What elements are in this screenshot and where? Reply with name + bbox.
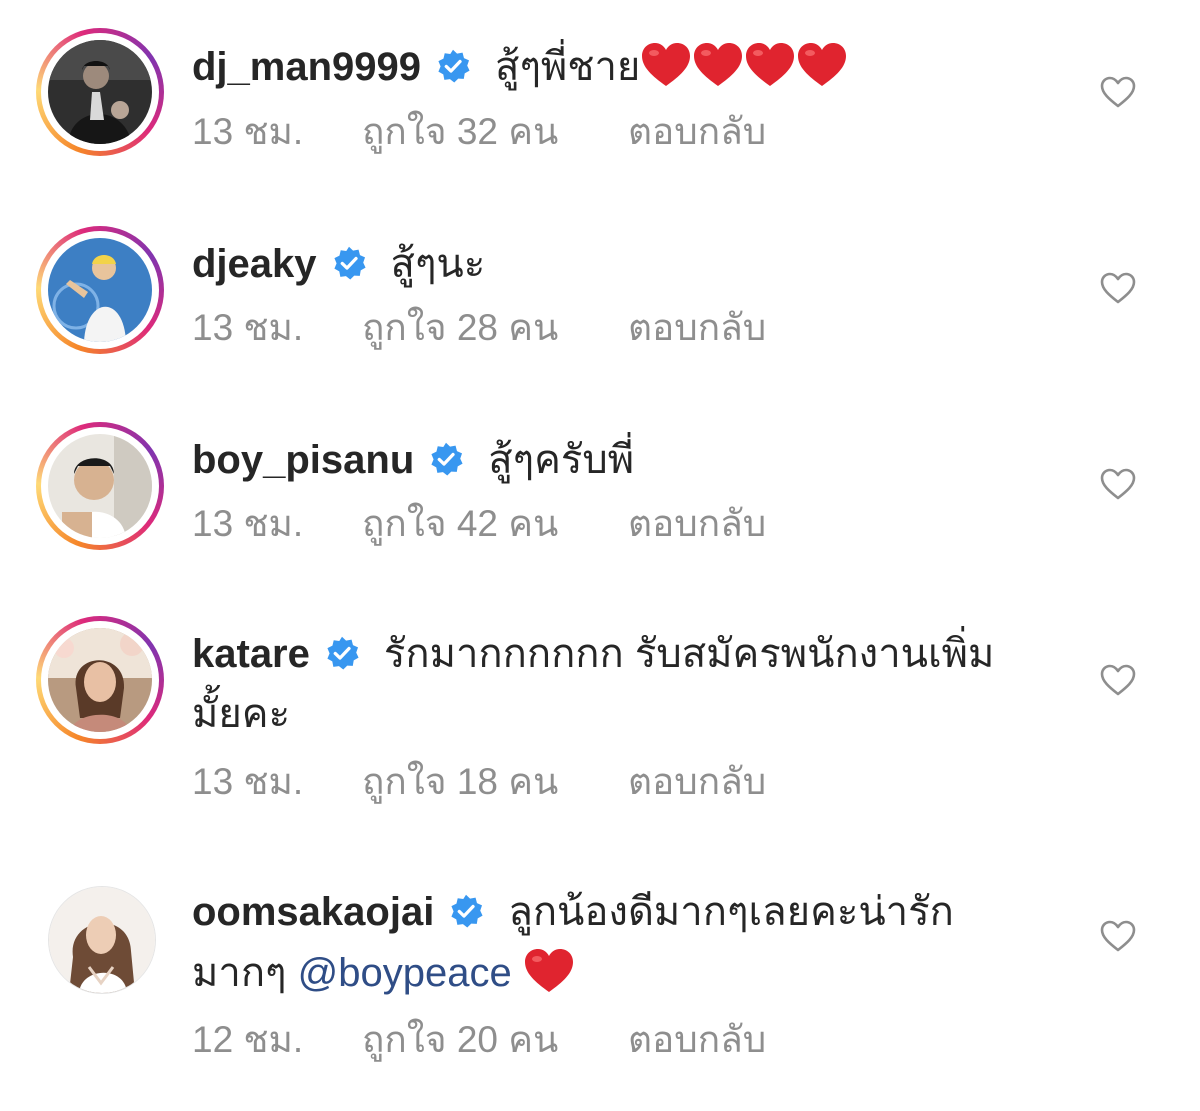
comment-text: ลูกน้องดีมากๆเลยคะน่ารัก	[508, 890, 954, 934]
comment-time: 13 ชม.	[192, 503, 304, 544]
reply-button[interactable]: ตอบกลับ	[628, 1018, 766, 1062]
likes-count[interactable]: ถูกใจ 20 คน	[362, 1018, 628, 1062]
verified-badge-icon	[331, 245, 367, 281]
comment-text: สู้ๆครับพี่	[488, 438, 635, 482]
red-heart-emoji-icon	[796, 42, 848, 88]
profile-photo	[48, 434, 152, 538]
comment-text-line: djeaky สู้ๆนะ	[192, 240, 485, 288]
verified-badge-icon	[448, 893, 484, 929]
heart-outline-icon[interactable]	[1100, 272, 1136, 304]
likes-count[interactable]: ถูกใจ 32 คน	[362, 110, 628, 154]
heart-outline-icon[interactable]	[1100, 920, 1136, 952]
likes-count[interactable]: ถูกใจ 28 คน	[362, 306, 628, 350]
comment-text-line: dj_man9999 สู้ๆพี่ชาย	[192, 42, 848, 91]
red-heart-emoji-icon	[523, 948, 575, 994]
avatar[interactable]	[36, 422, 164, 550]
avatar[interactable]	[36, 226, 164, 354]
comment-text: มากๆ	[192, 951, 287, 995]
comment-time: 13 ชม.	[192, 307, 304, 348]
comment-time: 13 ชม.	[192, 111, 304, 152]
comment-text-line: katare รักมากกกกกก รับสมัครพนักงานเพิ่ม	[192, 630, 994, 678]
comment-text-line-2: มั้ยคะ	[192, 690, 290, 738]
comment-text: รักมากกกกกก รับสมัครพนักงานเพิ่ม	[383, 632, 995, 676]
comment-time: 13 ชม.	[192, 761, 304, 802]
comment-meta: 12 ชม. ถูกใจ 20 คน ตอบกลับ	[192, 1018, 766, 1062]
comment-meta: 13 ชม. ถูกใจ 28 คน ตอบกลับ	[192, 306, 766, 350]
comment-text-line: oomsakaojai ลูกน้องดีมากๆเลยคะน่ารัก	[192, 888, 954, 936]
verified-badge-icon	[324, 635, 360, 671]
reply-button[interactable]: ตอบกลับ	[628, 760, 766, 804]
comment-item: djeaky สู้ๆนะ 13 ชม. ถูกใจ 28 คน ตอบกลับ	[0, 200, 1200, 396]
comment-text: สู้ๆพี่ชาย	[495, 45, 641, 89]
username[interactable]: oomsakaojai	[192, 890, 434, 934]
comment-meta: 13 ชม. ถูกใจ 32 คน ตอบกลับ	[192, 110, 766, 154]
comment-item: oomsakaojai ลูกน้องดีมากๆเลยคะน่ารัก มากๆ…	[0, 848, 1200, 1111]
red-heart-emoji-icon	[744, 42, 796, 88]
comment-text-line: boy_pisanu สู้ๆครับพี่	[192, 436, 634, 484]
verified-badge-icon	[428, 441, 464, 477]
username[interactable]: djeaky	[192, 242, 317, 286]
comment-meta: 13 ชม. ถูกใจ 42 คน ตอบกลับ	[192, 502, 766, 546]
avatar[interactable]	[36, 28, 164, 156]
profile-photo	[48, 628, 152, 732]
comment-item: katare รักมากกกกกก รับสมัครพนักงานเพิ่ม ม…	[0, 592, 1200, 848]
comment-item: dj_man9999 สู้ๆพี่ชาย 13 ชม. ถูกใจ 32 คน ตอ…	[0, 0, 1200, 200]
profile-photo	[48, 238, 152, 342]
verified-badge-icon	[435, 48, 471, 84]
comment-time: 12 ชม.	[192, 1019, 304, 1060]
username[interactable]: katare	[192, 632, 310, 676]
comment-text: มั้ยคะ	[192, 692, 291, 736]
reply-button[interactable]: ตอบกลับ	[628, 306, 766, 350]
comment-item: boy_pisanu สู้ๆครับพี่ 13 ชม. ถูกใจ 42 คนต…	[0, 396, 1200, 592]
red-heart-emoji-icon	[640, 42, 692, 88]
red-heart-emoji-icon	[692, 42, 744, 88]
comment-meta: 13 ชม. ถูกใจ 18 คน ตอบกลับ	[192, 760, 766, 804]
heart-emoji-group	[640, 45, 848, 89]
profile-photo	[49, 887, 155, 993]
likes-count[interactable]: ถูกใจ 18 คน	[362, 760, 628, 804]
mention-link[interactable]: @boypeace	[298, 951, 512, 995]
heart-outline-icon[interactable]	[1100, 664, 1136, 696]
comment-text: สู้ๆนะ	[390, 242, 486, 286]
heart-outline-icon[interactable]	[1100, 76, 1136, 108]
avatar[interactable]	[48, 886, 156, 994]
profile-photo	[48, 40, 152, 144]
reply-button[interactable]: ตอบกลับ	[628, 502, 766, 546]
comment-text-line-2: มากๆ @boypeace	[192, 948, 575, 997]
likes-count[interactable]: ถูกใจ 42 คน	[362, 502, 628, 546]
username[interactable]: boy_pisanu	[192, 438, 414, 482]
heart-outline-icon[interactable]	[1100, 468, 1136, 500]
username[interactable]: dj_man9999	[192, 45, 421, 89]
reply-button[interactable]: ตอบกลับ	[628, 110, 766, 154]
avatar[interactable]	[36, 616, 164, 744]
